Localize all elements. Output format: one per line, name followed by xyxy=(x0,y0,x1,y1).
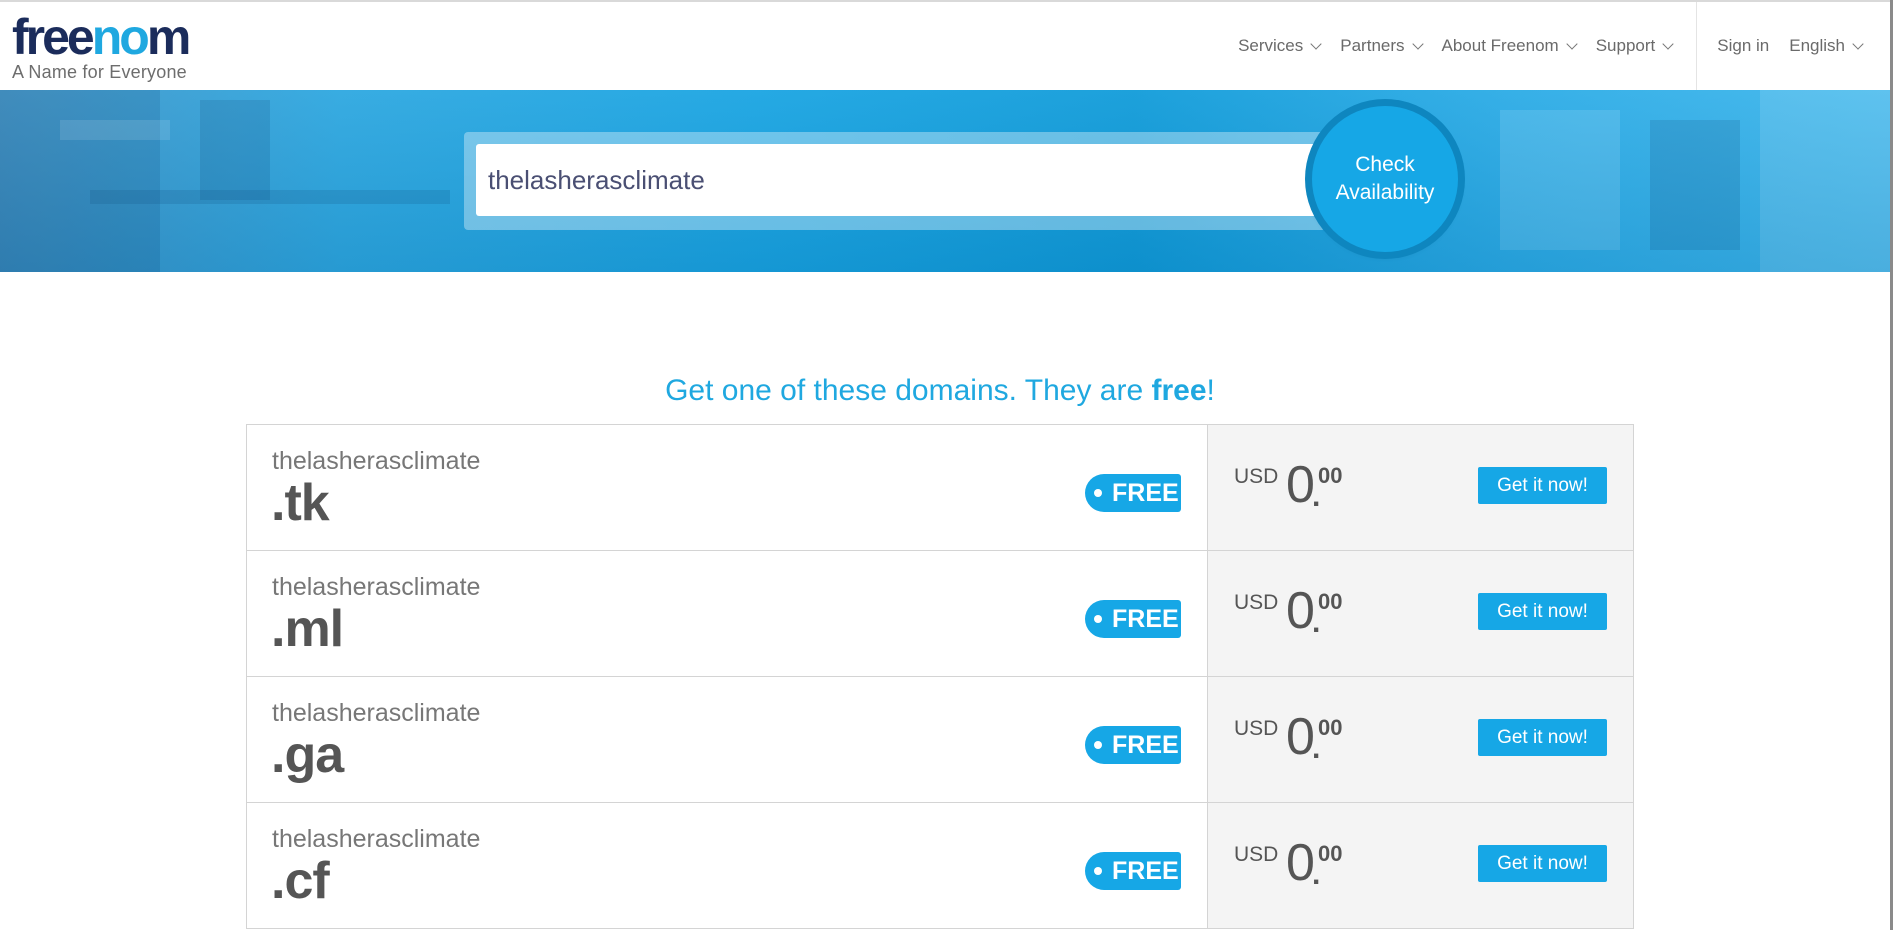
price-cents: 00 xyxy=(1318,841,1343,866)
price-currency: USD xyxy=(1234,591,1279,614)
sign-in-label: Sign in xyxy=(1717,36,1770,55)
nav-services[interactable]: Services xyxy=(1238,36,1322,56)
logo-part-no: no xyxy=(91,9,150,65)
free-badge-label: FREE xyxy=(1112,730,1179,759)
price-whole: 0 xyxy=(1286,582,1315,640)
freenom-logo[interactable]: freenom A Name for Everyone xyxy=(12,12,191,83)
chevron-down-icon xyxy=(1566,37,1578,50)
tag-hole-icon xyxy=(1094,867,1102,875)
search-hero: Check Availability xyxy=(0,90,1890,272)
price-cents: 00 xyxy=(1318,715,1343,740)
get-it-now-button[interactable]: Get it now! xyxy=(1478,845,1607,882)
heading-prefix: Get one of these domains. They are xyxy=(665,374,1152,407)
get-it-now-button[interactable]: Get it now! xyxy=(1478,467,1607,504)
domain-info: thelasherasclimate .ml FREE xyxy=(247,551,1208,676)
domain-price-panel: USD 0 . 00 Get it now! xyxy=(1208,551,1633,676)
domain-results-list: thelasherasclimate .tk FREE USD 0 . 00 G… xyxy=(246,424,1634,929)
heading-suffix: ! xyxy=(1206,374,1215,407)
domain-row: thelasherasclimate .cf FREE USD 0 . 00 G… xyxy=(247,803,1633,929)
free-badge-label: FREE xyxy=(1112,856,1179,885)
logo-tagline: A Name for Everyone xyxy=(12,62,187,82)
nav-divider xyxy=(1696,2,1698,90)
check-label-line2: Availability xyxy=(1335,181,1435,204)
price-cents: 00 xyxy=(1318,463,1343,488)
domain-tld: .tk xyxy=(271,474,330,532)
free-domains-heading: Get one of these domains. They are free! xyxy=(0,374,1880,408)
language-label: English xyxy=(1789,36,1845,55)
domain-info: thelasherasclimate .ga FREE xyxy=(247,677,1208,802)
get-it-now-button[interactable]: Get it now! xyxy=(1478,719,1607,756)
domain-info: thelasherasclimate .cf FREE xyxy=(247,803,1208,928)
sign-in-link[interactable]: Sign in xyxy=(1717,36,1769,56)
nav-about-label: About Freenom xyxy=(1441,36,1559,55)
nav-partners[interactable]: Partners xyxy=(1340,36,1424,56)
domain-name: thelasherasclimate xyxy=(272,699,481,727)
heading-emphasis: free xyxy=(1151,374,1207,407)
check-availability-label: Check Availability xyxy=(1336,151,1435,207)
free-badge: FREE xyxy=(1085,474,1181,512)
free-badge-label: FREE xyxy=(1112,604,1179,633)
domain-price-panel: USD 0 . 00 Get it now! xyxy=(1208,677,1633,802)
nav-support-label: Support xyxy=(1595,36,1656,55)
logo-part-free: free xyxy=(12,9,95,65)
logo-part-m: m xyxy=(146,9,192,65)
search-box xyxy=(464,132,1346,230)
domain-name: thelasherasclimate xyxy=(272,825,481,853)
free-badge: FREE xyxy=(1085,726,1181,764)
price-whole: 0 xyxy=(1286,708,1315,766)
price-cents: 00 xyxy=(1318,589,1343,614)
domain-search-input[interactable] xyxy=(476,144,1346,216)
price-currency: USD xyxy=(1234,465,1279,488)
price-currency: USD xyxy=(1234,717,1279,740)
check-availability-button[interactable]: Check Availability xyxy=(1312,106,1458,252)
nav-services-label: Services xyxy=(1238,36,1304,55)
domain-row: thelasherasclimate .ml FREE USD 0 . 00 G… xyxy=(247,551,1633,677)
price-whole: 0 xyxy=(1286,834,1315,892)
chevron-down-icon xyxy=(1411,37,1424,50)
nav-about[interactable]: About Freenom xyxy=(1441,36,1578,56)
price-currency: USD xyxy=(1234,843,1279,866)
nav-support[interactable]: Support xyxy=(1595,36,1674,56)
domain-row: thelasherasclimate .tk FREE USD 0 . 00 G… xyxy=(247,425,1633,551)
get-it-now-button[interactable]: Get it now! xyxy=(1478,593,1607,630)
domain-price-panel: USD 0 . 00 Get it now! xyxy=(1208,803,1633,928)
domain-name: thelasherasclimate xyxy=(272,573,481,601)
domain-price-panel: USD 0 . 00 Get it now! xyxy=(1208,425,1633,550)
chevron-down-icon xyxy=(1662,37,1674,50)
site-header: freenom A Name for Everyone Services Par… xyxy=(0,2,1890,91)
tag-hole-icon xyxy=(1094,741,1102,749)
chevron-down-icon xyxy=(1310,37,1322,50)
free-badge: FREE xyxy=(1085,600,1181,638)
tag-hole-icon xyxy=(1094,489,1102,497)
domain-tld: .ml xyxy=(271,600,344,658)
free-badge-label: FREE xyxy=(1112,478,1179,507)
domain-name: thelasherasclimate xyxy=(272,447,481,475)
domain-row: thelasherasclimate .ga FREE USD 0 . 00 G… xyxy=(247,677,1633,803)
logo-wordmark: freenom xyxy=(12,12,191,62)
tag-hole-icon xyxy=(1094,615,1102,623)
price-whole: 0 xyxy=(1286,456,1315,514)
language-selector[interactable]: English xyxy=(1789,36,1864,56)
domain-tld: .cf xyxy=(271,852,330,910)
main-nav: Services Partners About Freenom Support … xyxy=(1218,2,1864,90)
domain-info: thelasherasclimate .tk FREE xyxy=(247,425,1208,550)
domain-tld: .ga xyxy=(271,726,344,784)
nav-partners-label: Partners xyxy=(1340,36,1405,55)
check-label-line1: Check xyxy=(1355,153,1415,176)
chevron-down-icon xyxy=(1852,37,1864,50)
free-badge: FREE xyxy=(1085,852,1181,890)
